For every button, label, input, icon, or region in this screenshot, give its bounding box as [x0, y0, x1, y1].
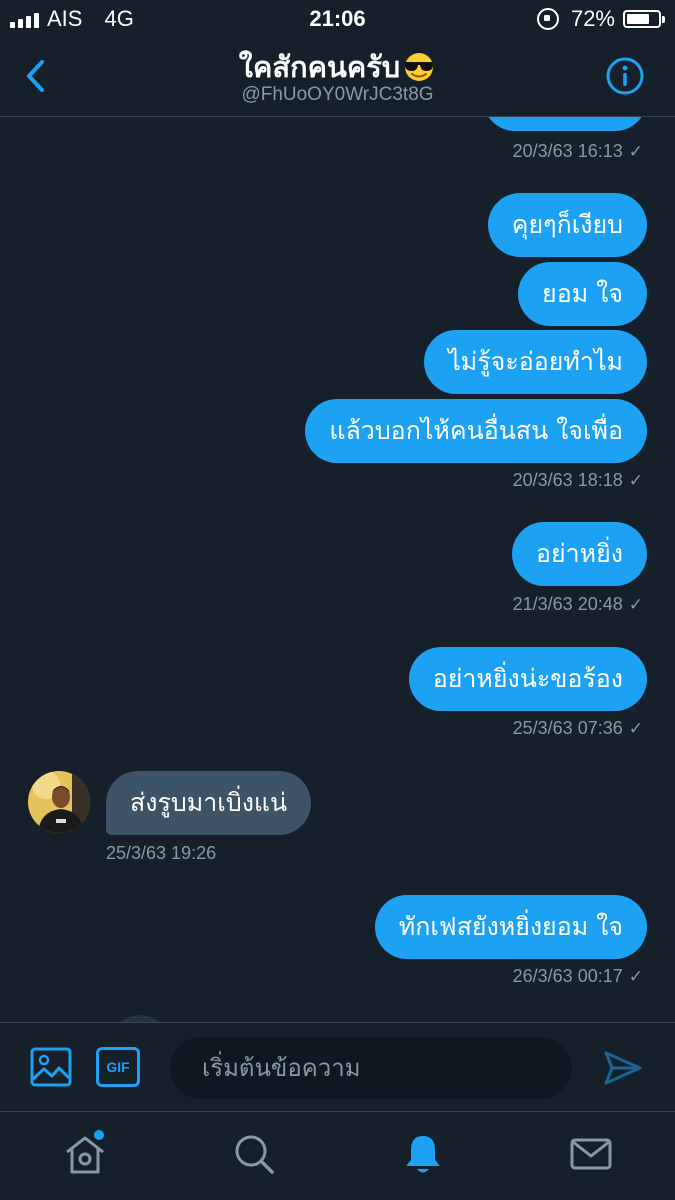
info-icon[interactable] — [605, 56, 645, 96]
read-check-icon: ✓ — [628, 595, 643, 614]
message-bubble[interactable]: อย่าหยิ่งน่ะขอร้อง — [408, 647, 647, 711]
message-composer: GIF เริ่มต้นข้อความ — [0, 1022, 675, 1112]
message-timestamp: 25/3/63 07:36 ✓ — [512, 718, 643, 738]
message-bubble[interactable]: แล้วบอกไห้คนอื่นสน ใจเพื่อ — [305, 399, 647, 463]
message-input[interactable]: เริ่มต้นข้อความ — [170, 1037, 572, 1099]
message-bubble-received[interactable]: ส่งรูบมาเบิ่งแน่ — [106, 771, 312, 835]
battery-percent: 72% — [570, 6, 615, 31]
battery-icon — [623, 10, 665, 28]
message-timestamp: 20/3/63 18:18 ✓ — [512, 470, 643, 490]
home-notification-dot — [94, 1130, 104, 1140]
messages-envelope-icon[interactable] — [569, 1132, 613, 1176]
message-timestamp: 21/3/63 20:48 ✓ — [512, 594, 643, 614]
message-bubble[interactable]: อย่าหยิ่ง — [511, 522, 647, 586]
bottom-tab-bar — [0, 1112, 675, 1200]
conversation-name: ใคสักคนครับ — [238, 50, 401, 84]
avatar-partial — [110, 1015, 170, 1022]
read-check-icon: ✓ — [628, 719, 643, 738]
message-bubble-partial[interactable] — [483, 117, 647, 131]
status-bar: AIS 4G 21:06 72% — [0, 0, 675, 38]
search-icon[interactable] — [232, 1132, 276, 1176]
conversation-header: ใคสักคนครับ @FhUoOY0WrJC3t8G — [0, 38, 675, 117]
message-bubble[interactable]: ทักเฟสยังหยิ่งยอม ใจ — [374, 895, 647, 959]
rotation-lock-icon — [536, 8, 559, 30]
image-icon[interactable] — [30, 1047, 72, 1087]
read-check-icon: ✓ — [628, 967, 643, 986]
message-timestamp: 20/3/63 16:13 ✓ — [512, 141, 643, 161]
message-timestamp: 25/3/63 19:26 — [106, 843, 217, 863]
smiling-face-with-sunglasses-icon — [405, 53, 434, 81]
message-timestamp: 26/3/63 00:17 ✓ — [512, 966, 643, 986]
message-bubble[interactable]: คุยๆก็เงียบ — [487, 193, 647, 257]
read-check-icon: ✓ — [628, 142, 643, 161]
send-icon[interactable] — [603, 1049, 643, 1087]
gif-button[interactable]: GIF — [96, 1047, 140, 1087]
read-check-icon: ✓ — [628, 471, 643, 490]
avatar[interactable] — [28, 771, 90, 833]
message-thread[interactable]: 20/3/63 16:13 ✓ คุยๆก็เงียบ ยอม ใจ ไม่รู้… — [0, 117, 675, 1022]
message-bubble[interactable]: ยอม ใจ — [518, 262, 647, 326]
notifications-bell-icon[interactable] — [401, 1132, 445, 1176]
message-bubble[interactable]: ไม่รู้จะอ่อยทำไม — [424, 330, 647, 394]
conversation-handle: @FhUoOY0WrJC3t8G — [241, 84, 434, 105]
